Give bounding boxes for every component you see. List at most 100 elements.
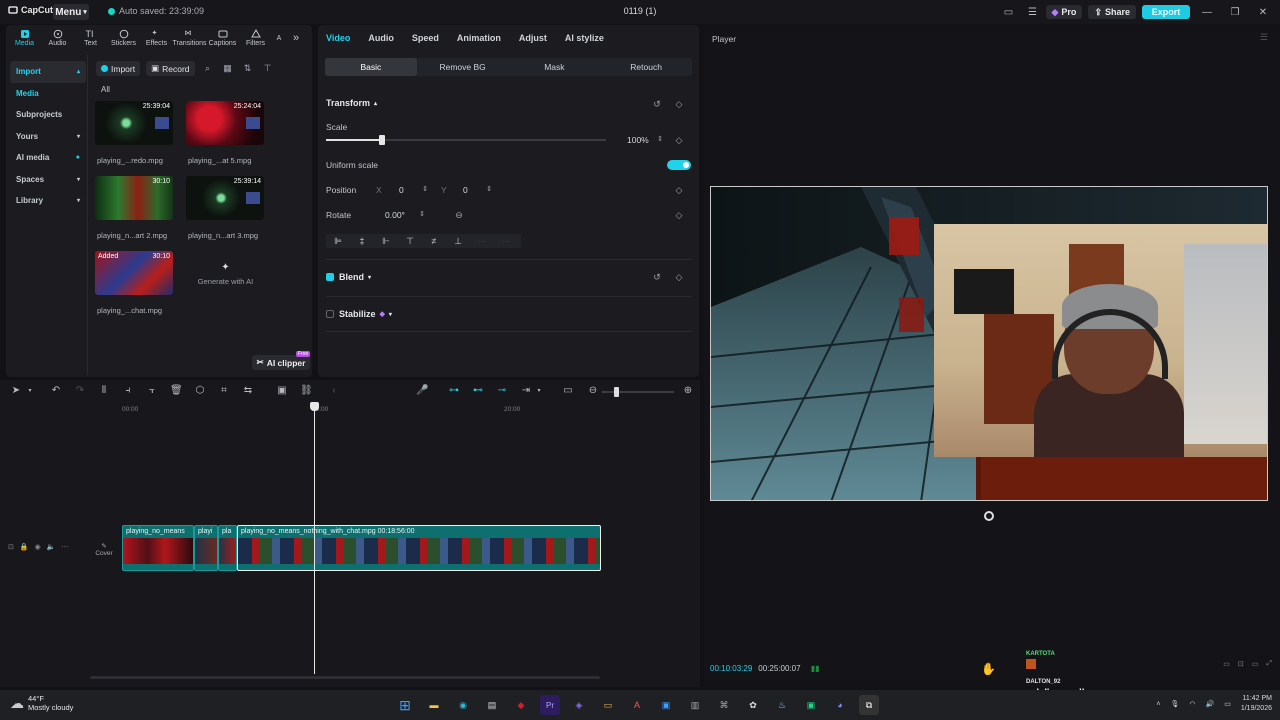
mic-icon[interactable]: 🎙 [1171,700,1180,708]
auto-snap-icon[interactable]: ⊷ [472,385,484,397]
chatgpt-icon[interactable]: ✿ [743,695,763,715]
keyframe-icon[interactable]: ◇ [674,272,684,282]
tab-speed[interactable]: Speed [412,33,439,43]
expand-tools-icon[interactable]: » [286,25,306,51]
app-audio-icon[interactable]: ▥ [685,695,705,715]
playhead[interactable] [314,402,315,674]
nav-library[interactable]: Library ▾ [10,190,86,212]
menu-button[interactable]: Menu ▾ [53,4,89,20]
tab-animation[interactable]: Animation [457,33,501,43]
store-icon[interactable]: ▤ [482,695,502,715]
media-thumb[interactable]: 30:10 [95,176,173,220]
tool-text[interactable]: TI Text [74,25,107,51]
media-thumb[interactable]: 25:39:04 [95,101,173,145]
subtab-basic[interactable]: Basic [325,58,417,76]
tool-effects[interactable]: ✦ Effects [140,25,173,51]
import-button[interactable]: Import [96,61,141,76]
rotate-handle-icon[interactable] [984,511,994,521]
nav-spaces[interactable]: Spaces ▾ [10,169,86,191]
wifi-icon[interactable]: ◠ [1189,700,1195,708]
keyframe-icon[interactable]: ◇ [674,210,684,220]
lock-icon[interactable]: 🔒 [20,543,29,551]
tool-filters[interactable]: Filters [239,25,272,51]
timeline-ruler[interactable]: 00:00 10:00 20:00 [90,402,700,418]
redo-icon[interactable]: ↷ [74,385,86,397]
edge-icon[interactable]: ◉ [453,695,473,715]
cover-button[interactable]: ✎ Cover [92,537,116,561]
microphone-icon[interactable]: 🎤 [416,385,428,397]
main-track-magnet-icon[interactable]: ⊶ [448,385,460,397]
record-button[interactable]: ▣ Record [146,61,195,76]
grid-view-icon[interactable]: ▦ [221,62,235,76]
obsidian-icon[interactable]: ◈ [569,695,589,715]
track-hide-icon[interactable]: ⊡ [8,543,14,551]
align-right-icon[interactable]: ⊩ [374,236,398,247]
collapse-left-icon[interactable]: ‹ [328,385,340,397]
discord-icon[interactable]: ◕ [830,695,850,715]
scale-value[interactable]: 100% [627,135,649,145]
shield-icon[interactable]: ⬡ [194,385,206,397]
chevron-down-icon[interactable]: ▾ [533,385,545,397]
subtab-retouch[interactable]: Retouch [600,58,692,76]
stepper-icon[interactable]: ⇕ [655,135,665,145]
zoom-in-icon[interactable]: ⊕ [682,385,694,397]
premiere-icon[interactable]: Pr [540,695,560,715]
chevron-down-icon[interactable]: ▾ [24,385,36,397]
app-green-icon[interactable]: ▣ [801,695,821,715]
rotate-input[interactable]: 0.00° [385,210,405,220]
stabilize-section-title[interactable]: Stabilize ◆ ▾ [339,309,392,319]
chevron-up-icon[interactable]: ˄ [1156,701,1160,708]
nav-import[interactable]: Import ▴ [10,61,86,83]
nav-yours[interactable]: Yours ▾ [10,126,86,148]
tool-audio[interactable]: Audio [41,25,74,51]
share-button[interactable]: ⇪ Share [1088,5,1136,19]
sort-icon[interactable]: ⇅ [241,62,255,76]
timeline-clip-selected[interactable]: playing_no_means_nothing_with_chat.mpg 0… [237,525,601,571]
align-top-icon[interactable]: ⊤ [398,236,422,247]
blend-section-title[interactable]: Blend ▾ [339,272,371,282]
preview-axis-icon[interactable]: ⇥ [520,385,532,397]
scale-slider[interactable] [326,135,606,145]
adobe-icon[interactable]: A [627,695,647,715]
link-icon[interactable]: ⛓ [300,385,313,397]
tab-video[interactable]: Video [326,33,350,43]
fit-icon[interactable]: ⊡ [1238,660,1244,668]
stepper-icon[interactable]: ⇕ [484,185,494,195]
file-explorer-icon[interactable]: ▬ [424,695,444,715]
delete-icon[interactable]: 🗑 [170,385,183,397]
fullscreen-icon[interactable]: ⤢ [1266,660,1272,668]
linkage-icon[interactable]: ⊸ [496,385,508,397]
eye-icon[interactable]: ◉ [35,543,41,551]
align-center-icon[interactable]: ‡ [350,236,374,246]
stepper-icon[interactable]: ⇕ [417,210,427,220]
tab-audio[interactable]: Audio [368,33,394,43]
volume-icon[interactable]: 🔊 [1206,700,1215,708]
app-grid-icon[interactable]: ⌘ [714,695,734,715]
captions-track-icon[interactable]: ▭ [562,385,574,397]
close-icon[interactable]: ✕ [1252,4,1274,20]
align-middle-icon[interactable]: ≠ [422,236,446,246]
select-tool-icon[interactable]: ➤ [10,385,22,397]
blend-checkbox[interactable] [326,273,334,281]
app-blue-icon[interactable]: ▣ [656,695,676,715]
subtab-remove-bg[interactable]: Remove BG [417,58,509,76]
tool-transitions[interactable]: ⋈ Transitions [173,25,207,51]
nav-ai-media[interactable]: AI media ● [10,147,86,169]
video-preview[interactable] [710,186,1268,501]
search-icon[interactable]: ⌕ [201,62,215,76]
timeline-clip[interactable]: playing_no_means [122,525,194,571]
position-y-input[interactable]: 0 [463,185,468,195]
minimize-icon[interactable]: — [1196,4,1218,20]
tool-captions[interactable]: Captions [206,25,239,51]
crop-icon[interactable]: ⌗ [218,385,230,397]
zoom-slider[interactable] [602,387,674,397]
clock[interactable]: 11:42 PM 1/19/2026 [1241,694,1272,714]
weather-widget[interactable]: ☁ 44°F Mostly cloudy [10,694,73,712]
fullscreen-quality-icon[interactable]: ▭ [1223,660,1230,668]
more-icon[interactable]: ⋯ [61,543,68,551]
player-menu-icon[interactable]: ☰ [1260,32,1268,43]
tool-media[interactable]: Media [8,25,41,51]
nav-media[interactable]: Media [10,83,86,105]
generate-with-ai-button[interactable]: ✦ Generate with AI [186,251,265,297]
scale-slider-knob[interactable] [379,135,385,145]
